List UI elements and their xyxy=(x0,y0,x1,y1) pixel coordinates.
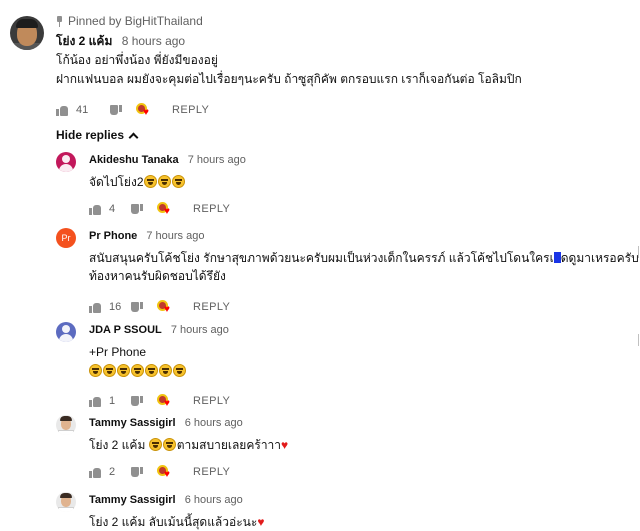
thumb-up-icon[interactable] xyxy=(89,396,101,407)
reply-time[interactable]: 6 hours ago xyxy=(185,417,243,429)
reply-time[interactable]: 7 hours ago xyxy=(188,154,246,166)
hide-replies-button[interactable]: Hide replies xyxy=(56,128,139,142)
chevron-up-icon xyxy=(128,132,139,142)
reply-text-line-1: สนับสนุนครับโค้ชโย่ง รักษาสุขภาพด้วยนะคร… xyxy=(89,250,640,267)
reply-button[interactable]: REPLY xyxy=(172,104,209,116)
pinned-label: Pinned by BigHitThailand xyxy=(68,14,203,28)
reply-text-part: สนับสนุนครับโค้ชโย่ง รักษาสุขภาพด้วยนะคร… xyxy=(89,251,554,265)
reply-text-part: ดดูมาเหรอครับ ถึงได้ xyxy=(560,251,640,265)
commenter-avatar[interactable] xyxy=(10,16,44,50)
laughing-emoji-icon xyxy=(159,364,172,377)
reply-actions: 16 ♥ REPLY xyxy=(89,296,637,318)
reply-button[interactable]: REPLY xyxy=(193,395,230,407)
reply-actions: 4 ♥ REPLY xyxy=(89,198,637,220)
laughing-emoji-icon xyxy=(162,438,176,451)
scrollbar-tick xyxy=(638,334,639,346)
comment-author[interactable]: โย่ง 2 แค้ม xyxy=(56,34,112,48)
laughing-emoji-icon xyxy=(89,364,102,377)
reply-avatar[interactable]: Pr xyxy=(56,228,76,248)
laughing-emoji-icon xyxy=(145,364,158,377)
reply-actions: 2 ♥ REPLY xyxy=(89,461,637,483)
reply-author[interactable]: Tammy Sassigirl xyxy=(89,494,176,506)
like-count: 1 xyxy=(109,395,116,407)
reply-text-part: โย่ง 2 แค้ม xyxy=(89,438,146,452)
thumb-down-icon[interactable] xyxy=(131,204,143,215)
thumb-down-icon[interactable] xyxy=(131,467,143,478)
laughing-emoji-icon xyxy=(173,364,186,377)
reply-button[interactable]: REPLY xyxy=(193,203,230,215)
reply-time[interactable]: 6 hours ago xyxy=(185,494,243,506)
creator-heart-icon: ♥ xyxy=(136,103,152,118)
reply-avatar[interactable] xyxy=(56,492,76,512)
creator-heart-icon: ♥ xyxy=(157,202,173,217)
reply-text: โย่ง 2 แค้ม ตามสบายเลยคร้าาา♥ xyxy=(89,437,637,454)
like-count: 16 xyxy=(109,301,122,313)
comment-text-line-1: โก้น้อง อย่าพึ่งน้อง พี่ยังมีของอยู่ xyxy=(56,53,218,67)
creator-heart-icon: ♥ xyxy=(157,394,173,409)
reply-author[interactable]: Akideshu Tanaka xyxy=(89,154,179,166)
laughing-emoji-icon xyxy=(143,175,157,188)
like-count: 4 xyxy=(109,203,116,215)
like-count: 2 xyxy=(109,466,116,478)
reply-button[interactable]: REPLY xyxy=(193,301,230,313)
reply-text-line-2: ท้องหาคนรับผิดชอบได้รึยัง xyxy=(89,269,226,283)
comment-time[interactable]: 8 hours ago xyxy=(122,34,185,48)
laughing-emoji-icon xyxy=(157,175,171,188)
reply-actions: 1 ♥ REPLY xyxy=(89,390,637,412)
reply-avatar[interactable] xyxy=(56,152,76,172)
reply-text: จัดไปโย่ง2 xyxy=(89,174,637,191)
reply-emoji-line xyxy=(89,363,637,380)
thumb-up-icon[interactable] xyxy=(56,105,68,116)
reply-time[interactable]: 7 hours ago xyxy=(146,230,204,242)
reply-time[interactable]: 7 hours ago xyxy=(171,324,229,336)
reply-text-part: ตามสบายเลยคร้าาา xyxy=(176,438,282,452)
laughing-emoji-icon xyxy=(171,175,185,188)
creator-heart-icon: ♥ xyxy=(157,300,173,315)
creator-heart-icon: ♥ xyxy=(157,465,173,480)
reply-avatar[interactable] xyxy=(56,415,76,435)
pinned-badge: Pinned by BigHitThailand xyxy=(56,12,630,30)
laughing-emoji-icon xyxy=(117,364,130,377)
laughing-emoji-icon xyxy=(148,438,162,451)
thumb-up-icon[interactable] xyxy=(89,204,101,215)
thumb-down-icon[interactable] xyxy=(131,302,143,313)
thumb-down-icon[interactable] xyxy=(131,396,143,407)
like-count: 41 xyxy=(76,104,89,116)
reply-text: โย่ง 2 แค้ม ลับเม้นนี้สุดแล้วอ่ะนะ♥ xyxy=(89,514,637,531)
laughing-emoji-icon xyxy=(131,364,144,377)
reply-text-content: จัดไปโย่ง2 xyxy=(89,175,144,189)
pin-icon xyxy=(56,15,63,27)
scrollbar-tick xyxy=(638,246,639,258)
red-heart-icon: ♥ xyxy=(257,515,265,529)
laughing-emoji-icon xyxy=(103,364,116,377)
text-cursor-icon xyxy=(553,252,561,263)
reply-text-content: โย่ง 2 แค้ม ลับเม้นนี้สุดแล้วอ่ะนะ xyxy=(89,515,258,529)
reply-author[interactable]: JDA P SSOUL xyxy=(89,324,162,336)
reply-avatar[interactable] xyxy=(56,322,76,342)
red-heart-icon: ♥ xyxy=(281,438,289,452)
thumb-up-icon[interactable] xyxy=(89,467,101,478)
thumb-up-icon[interactable] xyxy=(89,302,101,313)
comment-text-line-2: ฝากแฟนบอล ผมยังจะคุมต่อไปเรื่อยๆนะครับ ถ… xyxy=(56,72,522,86)
comment-actions: 41 ♥ REPLY xyxy=(56,99,630,121)
hide-replies-label: Hide replies xyxy=(56,128,125,142)
reply-author[interactable]: Pr Phone xyxy=(89,230,137,242)
reply-author[interactable]: Tammy Sassigirl xyxy=(89,417,176,429)
thumb-down-icon[interactable] xyxy=(110,105,122,116)
reply-button[interactable]: REPLY xyxy=(193,466,230,478)
reply-text-line-1: +Pr Phone xyxy=(89,345,147,359)
